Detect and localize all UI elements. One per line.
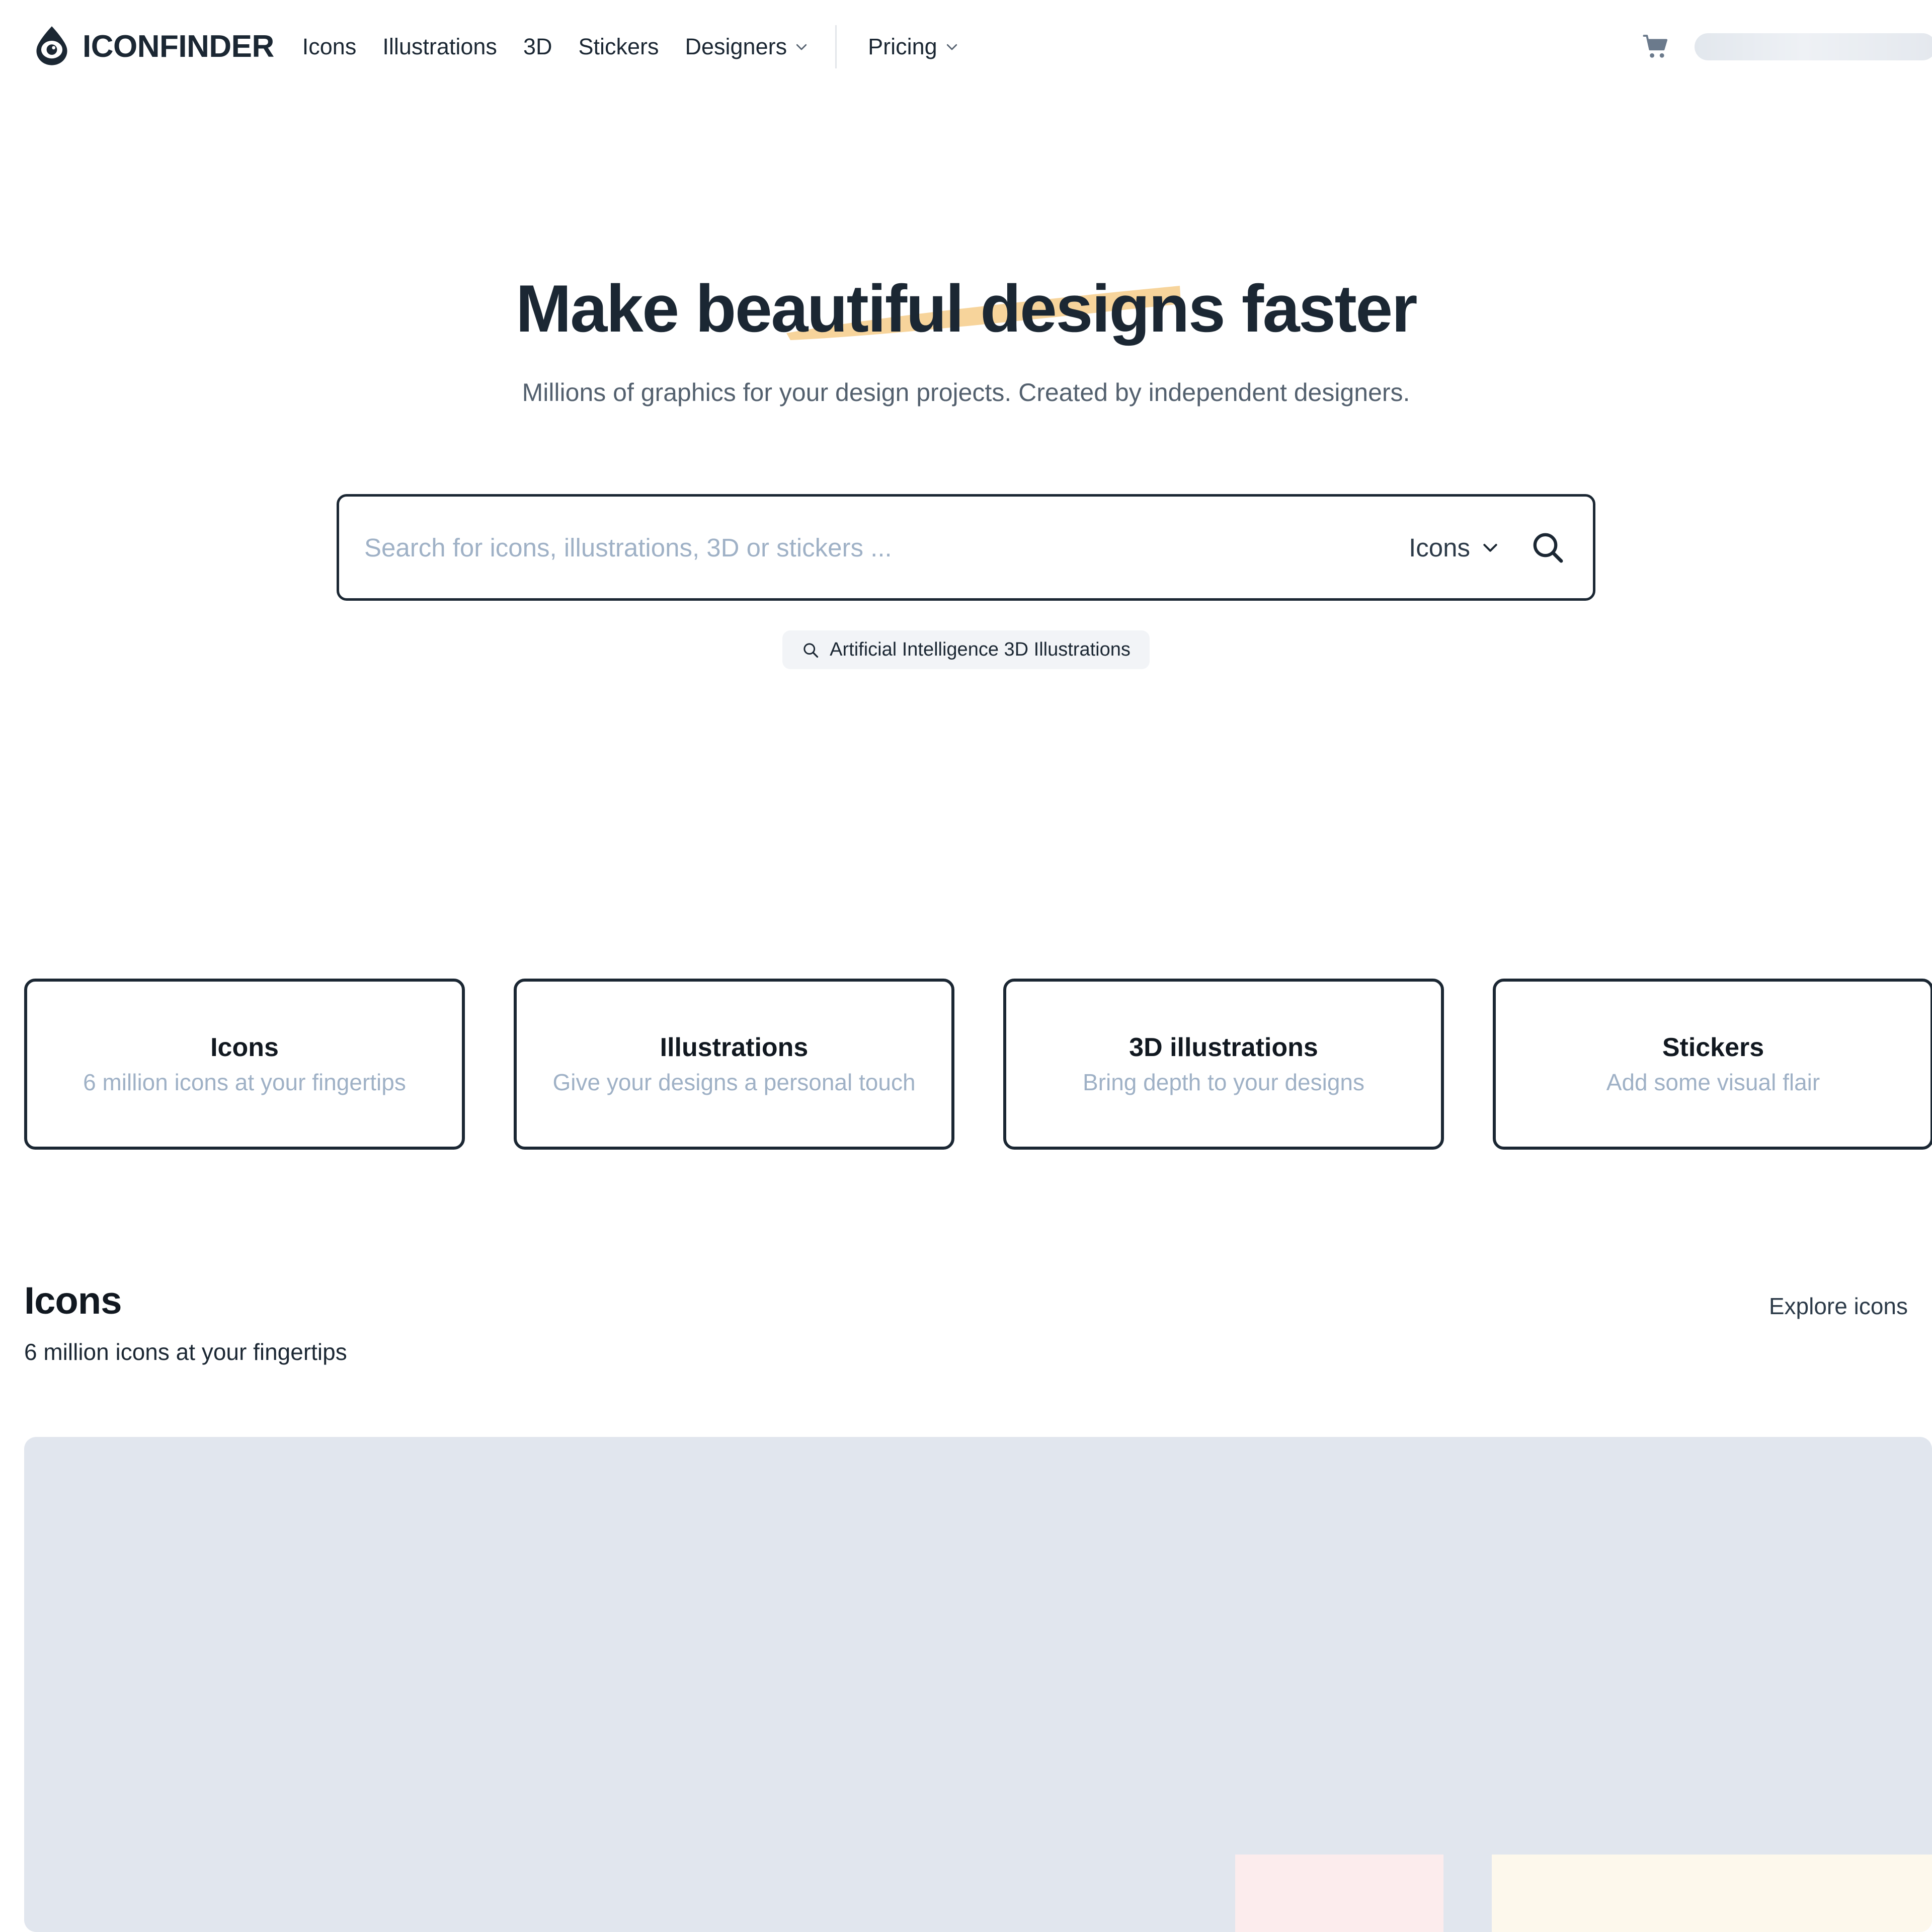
chevron-down-icon	[796, 44, 807, 50]
search-icon	[803, 642, 819, 658]
account-loading-placeholder	[1695, 33, 1932, 60]
category-card-stickers[interactable]: Stickers Add some visual flair	[1493, 979, 1932, 1150]
nav-item-icons[interactable]: Icons	[302, 35, 370, 58]
category-card-subtitle: Give your designs a personal touch	[552, 1069, 916, 1095]
nav-item-pricing[interactable]: Pricing	[855, 35, 973, 58]
chevron-down-icon	[946, 44, 957, 50]
search-type-select[interactable]: Icons	[1409, 533, 1500, 562]
nav-item-label: Pricing	[868, 34, 937, 59]
category-card-subtitle: Bring depth to your designs	[1082, 1069, 1365, 1095]
nav-divider	[835, 25, 837, 68]
page-title: Make beautiful designs faster	[515, 272, 1418, 346]
search-type-value: Icons	[1409, 533, 1470, 562]
search-submit-button[interactable]	[1530, 529, 1566, 566]
category-card-title: 3D illustrations	[1129, 1033, 1318, 1062]
search-icon	[1533, 533, 1563, 563]
icons-grid-loading-placeholder	[24, 1437, 1932, 1932]
category-card-title: Icons	[210, 1033, 279, 1062]
nav-item-designers[interactable]: Designers	[672, 35, 823, 58]
category-card-title: Stickers	[1662, 1033, 1764, 1062]
nav-item-label: Icons	[302, 34, 357, 59]
nav-item-label: Designers	[685, 34, 787, 59]
section-title: Icons	[24, 1279, 122, 1322]
site-logo[interactable]: ICONFINDER	[29, 24, 274, 69]
logo-wordmark: ICONFINDER	[83, 29, 274, 64]
suggestion-chip-label: Artificial Intelligence 3D Illustrations	[830, 639, 1131, 660]
category-card-list: Icons 6 million icons at your fingertips…	[24, 979, 1932, 1150]
category-card-3d-illustrations[interactable]: 3D illustrations Bring depth to your des…	[1003, 979, 1444, 1150]
chevron-down-icon	[1483, 544, 1497, 552]
suggestion-chip[interactable]: Artificial Intelligence 3D Illustrations	[782, 630, 1150, 669]
nav-item-stickers[interactable]: Stickers	[565, 35, 672, 58]
nav-item-label: 3D	[523, 34, 552, 59]
primary-nav: Icons Illustrations 3D Stickers Designer…	[302, 25, 973, 68]
search-input[interactable]	[364, 532, 1409, 562]
hero-title-wrap: Make beautiful designs faster	[515, 272, 1418, 347]
nav-item-illustrations[interactable]: Illustrations	[369, 35, 510, 58]
section-subtitle: 6 million icons at your fingertips	[24, 1339, 347, 1365]
shopping-cart-icon[interactable]	[1642, 33, 1670, 61]
hero-subtitle: Millions of graphics for your design pro…	[522, 378, 1410, 407]
search-row: Icons	[0, 494, 1932, 601]
category-card-illustrations[interactable]: Illustrations Give your designs a person…	[514, 979, 954, 1150]
category-card-title: Illustrations	[660, 1033, 809, 1062]
placeholder-swatch-cream	[1492, 1855, 1932, 1932]
nav-item-label: Illustrations	[382, 34, 497, 59]
nav-item-label: Stickers	[578, 34, 659, 59]
hero-section: Make beautiful designs faster Millions o…	[0, 272, 1932, 410]
placeholder-swatch-pink	[1235, 1855, 1443, 1932]
icons-section-header: Icons 6 million icons at your fingertips	[24, 1279, 1908, 1365]
site-header: ICONFINDER Icons Illustrations 3D Sticke…	[0, 0, 1932, 93]
explore-icons-link[interactable]: Explore icons	[1769, 1295, 1908, 1318]
header-actions	[1642, 33, 1932, 61]
category-card-subtitle: 6 million icons at your fingertips	[83, 1069, 406, 1095]
nav-item-3d[interactable]: 3D	[510, 35, 566, 58]
category-card-icons[interactable]: Icons 6 million icons at your fingertips	[24, 979, 465, 1150]
iconfinder-homepage: ICONFINDER Icons Illustrations 3D Sticke…	[0, 0, 1932, 1932]
category-card-subtitle: Add some visual flair	[1606, 1069, 1820, 1095]
iconfinder-eye-logo-icon	[36, 26, 67, 65]
suggestion-row: Artificial Intelligence 3D Illustrations	[0, 630, 1932, 669]
search-box: Icons	[337, 494, 1595, 601]
